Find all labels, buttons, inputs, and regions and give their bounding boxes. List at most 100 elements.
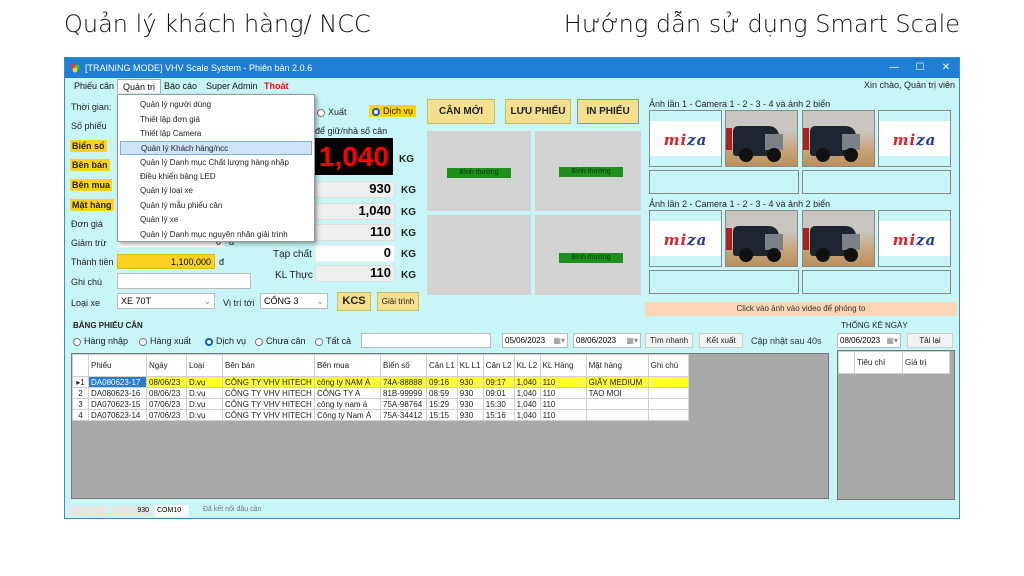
menu-phieu-can[interactable]: Phiếu cân bbox=[69, 79, 119, 93]
label-ben-ban: Bên bán bbox=[70, 159, 110, 171]
stats-date-picker[interactable]: 08/06/2023 ▦▾ bbox=[837, 333, 901, 348]
column-header[interactable]: Ghi chú bbox=[647, 354, 689, 377]
camera-feed-3[interactable] bbox=[427, 215, 531, 295]
stats-date-value: 08/06/2023 bbox=[840, 336, 881, 345]
table-row[interactable]: 4 DA070623-14 07/06/23 D.vụ CÔNG TY VHV HITE… bbox=[72, 409, 689, 421]
column-header[interactable] bbox=[72, 354, 89, 377]
label-kl-thuc: KL Thực bbox=[275, 270, 313, 281]
dropdown-item[interactable]: Quản lý Danh mục nguyên nhân giải trình bbox=[120, 228, 312, 242]
menu-quan-tri[interactable]: Quản trị bbox=[117, 79, 162, 93]
loai-xe-select[interactable]: XE 70T ⌄ bbox=[117, 293, 215, 309]
plate-image-1[interactable]: miza bbox=[649, 110, 722, 167]
column-header[interactable]: Cân L1 bbox=[426, 354, 458, 377]
date-to-picker[interactable]: 08/06/2023 ▦▾ bbox=[573, 333, 641, 348]
tap-chat-input[interactable]: 0 bbox=[315, 245, 395, 262]
dropdown-item[interactable]: Điều khiển bảng LED bbox=[120, 170, 312, 184]
dropdown-item[interactable]: Thiết lập Camera bbox=[120, 127, 312, 141]
giai-trinh-button[interactable]: Giải trình bbox=[377, 292, 419, 311]
unit-l1: KG bbox=[401, 185, 416, 196]
table-cell: CÔNG TY VHV HITECH bbox=[222, 398, 315, 410]
column-header[interactable]: Ngày bbox=[146, 354, 187, 377]
dropdown-item[interactable]: Quản lý Danh mục Chất lượng hàng nhập bbox=[120, 156, 312, 170]
filter-chua-can[interactable]: Chưa cân bbox=[255, 336, 306, 346]
column-header[interactable]: Cân L2 bbox=[482, 354, 515, 377]
column-header[interactable]: KL L1 bbox=[456, 354, 484, 377]
update-note: Cập nhật sau 40s bbox=[751, 336, 822, 346]
label-tap-chat: Tạp chất bbox=[273, 249, 312, 260]
plate-image-2[interactable]: miza bbox=[878, 110, 951, 167]
vi-tri-toi-select[interactable]: CỔNG 3 ⌄ bbox=[260, 293, 328, 309]
thanh-tien-input[interactable]: 1,100,000 bbox=[117, 254, 215, 269]
column-header[interactable]: Bên bán bbox=[222, 354, 315, 377]
camera-feed-1[interactable]: Bình thường bbox=[427, 131, 531, 211]
export-button[interactable]: Kết xuất bbox=[699, 333, 743, 348]
plate-image-3[interactable]: miza bbox=[649, 210, 722, 267]
reload-button[interactable]: Tải lại bbox=[907, 333, 953, 348]
table-cell: ▸1 bbox=[72, 376, 89, 388]
camera-image-1[interactable] bbox=[725, 110, 798, 167]
date-from-picker[interactable]: 05/06/2023 ▦▾ bbox=[502, 333, 568, 348]
stats-col-gia-tri: Giá trị bbox=[902, 351, 950, 374]
table-cell: 81B-99999 bbox=[380, 387, 427, 399]
menu-super-admin[interactable]: Super Admin bbox=[201, 79, 263, 93]
dropdown-item[interactable]: Quản lý người dùng bbox=[120, 98, 312, 112]
minimize-button[interactable]: — bbox=[881, 58, 907, 78]
table-cell bbox=[647, 409, 689, 421]
ghi-chu-input[interactable] bbox=[117, 273, 251, 289]
column-header[interactable]: KL L2 bbox=[513, 354, 541, 377]
daily-stats-title: THỐNG KÊ NGÀY bbox=[841, 321, 908, 330]
table-cell: 110 bbox=[539, 376, 587, 388]
label-don-gia: Đơn giá bbox=[71, 219, 103, 229]
camera-image-4[interactable] bbox=[802, 210, 875, 267]
table-cell: 1,040 bbox=[513, 376, 541, 388]
table-cell: 09:16 bbox=[426, 376, 458, 388]
column-header[interactable]: KL Hàng bbox=[539, 354, 587, 377]
radio-circle bbox=[139, 337, 147, 346]
camera-image-3[interactable] bbox=[725, 210, 798, 267]
unit-hang: KG bbox=[401, 228, 416, 239]
date-to-value: 08/06/2023 bbox=[576, 336, 617, 345]
radio-dich-vu[interactable]: Dịch vụ bbox=[369, 105, 417, 117]
column-header[interactable]: Mặt hàng bbox=[585, 354, 649, 377]
camera-status-4: Bình thường bbox=[559, 253, 623, 263]
calendar-icon: ▦▾ bbox=[626, 336, 638, 345]
plate-image-4[interactable]: miza bbox=[878, 210, 951, 267]
table-row[interactable]: ▸1 DA080623-17 08/06/23 D.vụ CÔNG TY VHV HIT… bbox=[72, 376, 689, 388]
menu-thoat[interactable]: Thoát bbox=[259, 79, 294, 93]
plate-text-4 bbox=[802, 270, 951, 294]
dropdown-item[interactable]: Quản lý loại xe bbox=[120, 184, 312, 198]
search-input[interactable] bbox=[361, 333, 491, 348]
table-cell: CÔNG TY VHV HITECH bbox=[222, 387, 315, 399]
kcs-button[interactable]: KCS bbox=[337, 292, 371, 311]
column-header[interactable]: Phiếu bbox=[88, 354, 147, 377]
calendar-icon: ▦▾ bbox=[886, 336, 898, 345]
column-header[interactable]: Bên mua bbox=[314, 354, 381, 377]
filter-dich-vu[interactable]: Dịch vụ bbox=[205, 336, 246, 346]
close-button[interactable]: ✕ bbox=[933, 58, 959, 78]
filter-hang-xuat[interactable]: Hàng xuất bbox=[139, 336, 191, 346]
table-cell: CÔNG TY A bbox=[314, 387, 381, 399]
camera-image-2[interactable] bbox=[802, 110, 875, 167]
in-phieu-button[interactable]: IN PHIẾU bbox=[577, 99, 639, 124]
dropdown-item[interactable]: Quản lý xe bbox=[120, 213, 312, 227]
label-vi-tri-toi: Vị trí tới bbox=[223, 298, 255, 308]
table-cell: 75A-34412 bbox=[380, 409, 427, 421]
column-header[interactable]: Loại bbox=[186, 354, 223, 377]
filter-tat-ca[interactable]: Tất cả bbox=[315, 336, 351, 346]
camera-feed-2[interactable]: Bình thường bbox=[535, 131, 641, 211]
dropdown-item[interactable]: Thiết lập đơn giá bbox=[120, 113, 312, 127]
maximize-button[interactable]: ☐ bbox=[907, 58, 933, 78]
dropdown-item[interactable]: Quản lý mẫu phiếu cân bbox=[120, 199, 312, 213]
column-header[interactable]: Biển số bbox=[380, 354, 427, 377]
can-moi-button[interactable]: CÂN MỚI bbox=[427, 99, 495, 124]
table-row[interactable]: 2 DA080623-16 08/06/23 D.vụ CÔNG TY VHV HITE… bbox=[72, 387, 689, 399]
radio-xuat[interactable]: Xuất bbox=[317, 107, 347, 117]
filter-hang-nhap[interactable]: Hàng nhập bbox=[73, 336, 128, 346]
camera-feed-4[interactable]: Bình thường bbox=[535, 215, 641, 295]
unit-l2: KG bbox=[401, 207, 416, 218]
luu-phieu-button[interactable]: LƯU PHIẾU bbox=[505, 99, 571, 124]
menu-bao-cao[interactable]: Báo cáo bbox=[159, 79, 202, 93]
dropdown-item[interactable]: Quản lý Khách hàng/ncc bbox=[120, 141, 312, 155]
table-row[interactable]: 3 DA070623-15 07/06/23 D.vụ CÔNG TY VHV HITE… bbox=[72, 398, 689, 410]
quick-search-button[interactable]: Tìm nhanh bbox=[645, 333, 693, 348]
